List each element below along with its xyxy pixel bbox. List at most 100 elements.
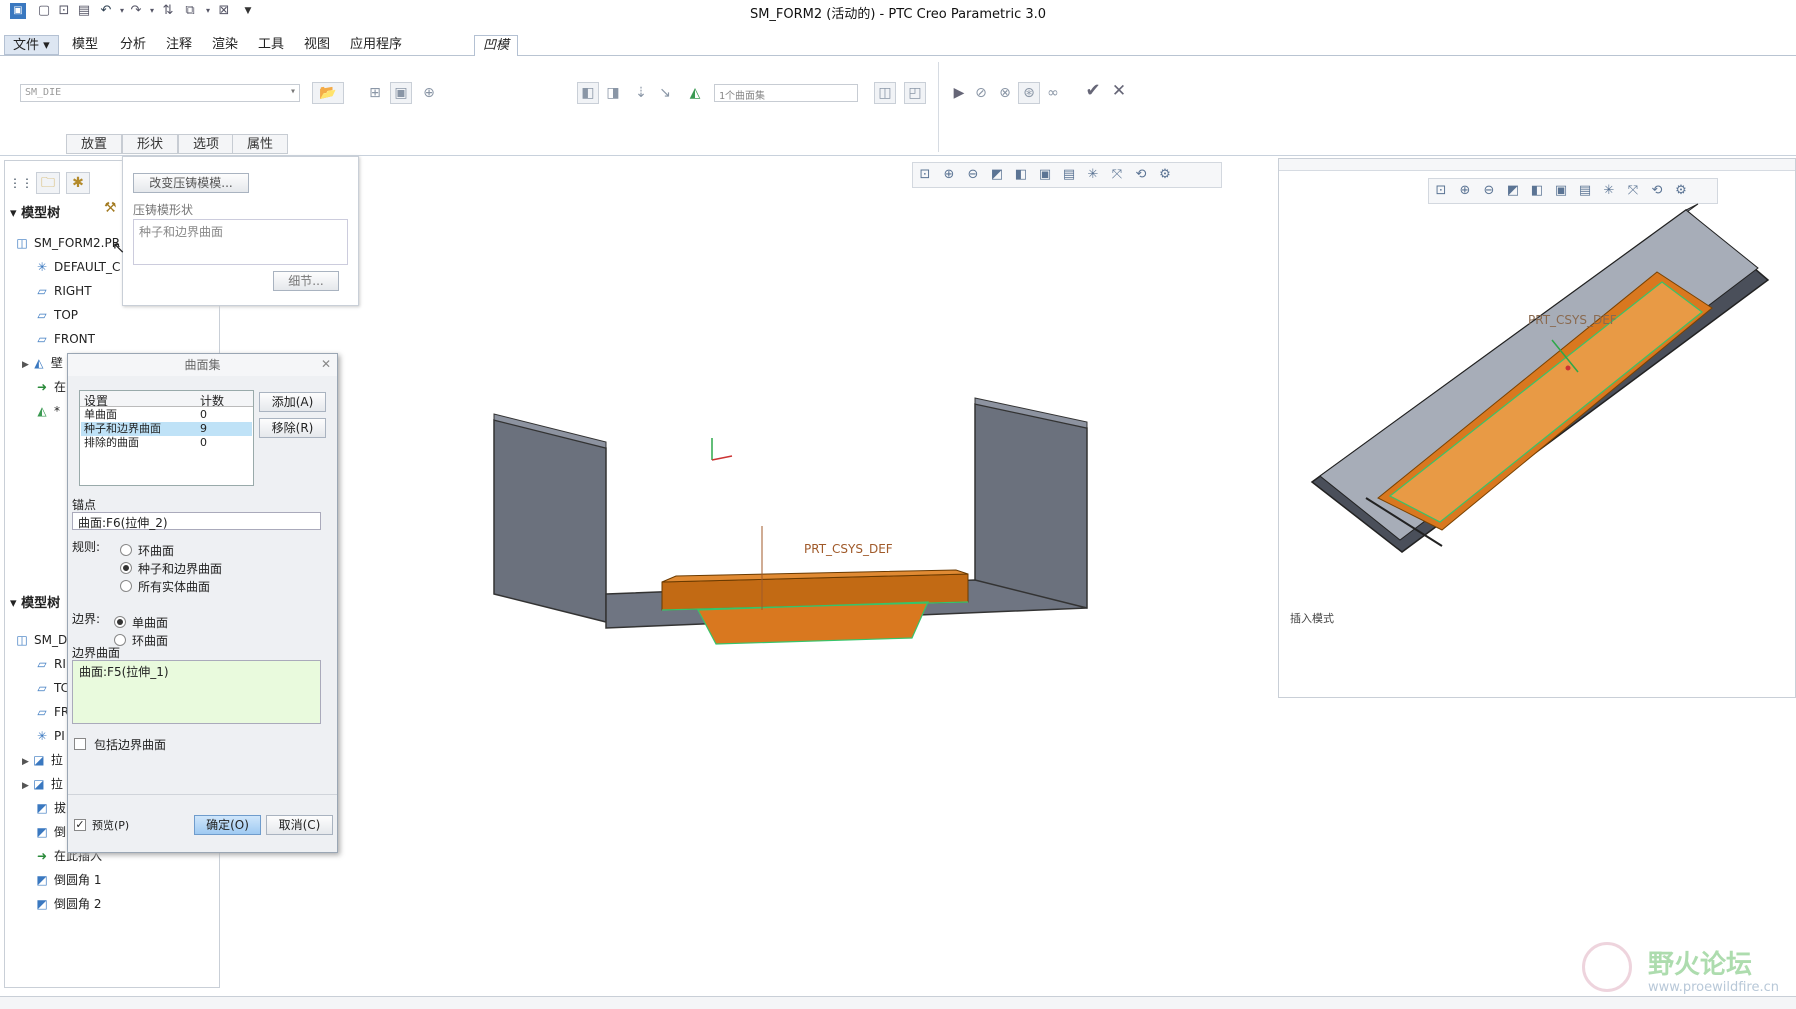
annotations-icon[interactable]: ⚙ [1153,163,1177,187]
flatten-icon[interactable]: ↘ [654,82,676,104]
die-model-combo[interactable]: SM_DIE ▾ [20,84,300,102]
sets-table-row[interactable]: 排除的曲面 0 [81,436,252,450]
tree-settings-icon[interactable]: ⚒ [104,200,117,216]
boundary-surface-field[interactable]: 曲面:F5(拉伸_1) [72,660,321,724]
regenerate-icon[interactable]: ⇅ [160,3,176,19]
cancel-button[interactable]: 取消(C) [266,815,333,835]
tree-item[interactable]: ▱ RI [34,654,66,674]
favorites-tab-icon[interactable]: ✱ [66,172,90,194]
folder-browser-tab-icon[interactable]: 🗀 [36,172,60,194]
close-window-icon[interactable]: ⊠ [216,3,232,19]
rule-radio[interactable] [120,544,132,556]
details-button[interactable]: 细节... [273,271,339,291]
windows-icon[interactable]: ⧉ [182,3,198,19]
display-style-icon[interactable]: ▤ [1057,163,1081,187]
flip-icon[interactable]: ◨ [602,82,624,104]
change-die-model-button[interactable]: 改变压铸模模... [133,173,249,193]
tree-item[interactable]: ▱ RIGHT [34,281,91,301]
tree-item[interactable]: ◫ SM_FORM2.PR [14,233,120,253]
redo-icon[interactable]: ↷ [128,3,144,19]
sets-table-row[interactable]: 单曲面 0 [81,408,252,422]
menu-item[interactable]: 注释 [158,35,200,55]
save-icon[interactable]: ▤ [76,3,92,19]
tree-item[interactable]: ➜ 在 [34,377,66,397]
resume-icon[interactable]: ▶ [948,82,970,104]
subtab[interactable]: 属性 [232,134,288,154]
expand-arrow-icon[interactable]: ▶ [22,781,29,791]
tree-item[interactable]: ▱ TC [34,678,69,698]
verify-preview-icon[interactable]: ⊛ [1018,82,1040,104]
open-file-icon[interactable]: ⊡ [56,3,72,19]
tree-item[interactable]: ◭ * [34,401,60,421]
punch-direction-icon[interactable]: ⇣ [630,82,652,104]
remove-material-icon[interactable]: ◧ [577,82,599,104]
pause-icon[interactable]: ⊘ [970,82,992,104]
cancel-x-icon[interactable]: ✕ [1108,80,1130,102]
tree-item[interactable]: ▶ ◭ 壁 [22,353,63,373]
expand-arrow-icon[interactable]: ▶ [22,360,29,370]
tree-item[interactable]: ◩ 倒圆角 1 [34,870,101,890]
new-file-icon[interactable]: ▢ [36,3,52,19]
tree-item[interactable]: ◩ 倒 [34,822,66,842]
preview-checkbox[interactable]: ✓ [74,819,86,831]
zoom-in-icon[interactable]: ⊕ [937,163,961,187]
expand-arrow-icon[interactable]: ▶ [22,757,29,767]
tree-item[interactable]: ✳ PI [34,726,65,746]
tree-item[interactable]: ◩ 倒圆角 2 [34,894,101,914]
model-tree-tab-icon[interactable]: ⋮⋮ [8,172,33,192]
exclude-icon[interactable]: ◰ [904,82,926,104]
tool-reference-icon[interactable]: ⊞ [364,82,386,104]
app-icon[interactable]: ▣ [10,3,26,19]
open-folder-icon[interactable]: 📂 [312,82,344,104]
tree-item[interactable]: ✳ DEFAULT_C [34,257,120,277]
csys-display-icon[interactable]: ⤧ [1105,163,1129,187]
menu-item[interactable]: 分析 [112,35,154,55]
add-die-icon[interactable]: ⊕ [418,82,440,104]
preview-no-geometry-icon[interactable]: ⊗ [994,82,1016,104]
customize-toolbar-icon[interactable]: ▼ [240,3,256,19]
apply-check-icon[interactable]: ✔ [1082,80,1104,102]
undo-icon[interactable]: ↶ [98,3,114,19]
tree-item[interactable]: ▱ FR [34,702,69,722]
zoom-out-icon[interactable]: ⊖ [961,163,985,187]
menu-item[interactable]: 视图 [296,35,338,55]
tree-item[interactable]: ▱ FRONT [34,329,95,349]
boundary-radio[interactable] [114,616,126,628]
main-3d-view[interactable]: PRT_CSYS_DEF [470,380,1130,660]
surface-set-icon[interactable]: ◭ [684,82,706,104]
subtab[interactable]: 选项 [178,134,234,154]
menu-file[interactable]: 文件 ▾ [4,35,59,55]
zoom-fit-icon[interactable]: ⊡ [913,163,937,187]
tree-item[interactable]: ▱ TOP [34,305,78,325]
rule-radio[interactable] [120,562,132,574]
die-shape-field[interactable]: 种子和边界曲面 [133,219,348,265]
tree-item[interactable]: ▶ ◪ 拉 [22,750,63,770]
add-button[interactable]: 添加(A) [259,392,326,412]
menu-item[interactable]: 工具 [250,35,292,55]
seal-icon[interactable]: ◫ [874,82,896,104]
surface-set-field[interactable]: 1个曲面集 [714,84,858,102]
remove-button[interactable]: 移除(R) [259,418,326,438]
tree-item[interactable]: ▶ ◪ 拉 [22,774,63,794]
include-boundary-checkbox[interactable] [74,738,86,750]
windows-dropdown-icon[interactable]: ▾ [200,3,216,19]
spin-center-icon[interactable]: ⟲ [1129,163,1153,187]
ok-button[interactable]: 确定(O) [194,815,261,835]
menu-item[interactable]: 渲染 [204,35,246,55]
die-model-icon[interactable]: ▣ [390,82,412,104]
anchor-field[interactable]: 曲面:F6(拉伸_2) [72,512,321,530]
secondary-3d-view[interactable]: PRT_CSYS_DEF [1300,200,1790,600]
menu-die-tab[interactable]: 凹模 [474,35,519,57]
repaint-icon[interactable]: ◩ [985,163,1009,187]
view-orient-icon[interactable]: ◧ [1009,163,1033,187]
subtab[interactable]: 放置 [66,134,122,154]
menu-item[interactable]: 应用程序 [342,35,410,55]
menu-item[interactable]: 模型 [64,35,106,55]
sets-table-row[interactable]: 种子和边界曲面 9 [81,422,252,436]
redo-dropdown-icon[interactable]: ▾ [144,3,160,19]
close-icon[interactable]: ✕ [321,357,331,371]
tree-item[interactable]: ◫ SM_D [14,630,67,650]
datum-display-icon[interactable]: ✳ [1081,163,1105,187]
rule-radio[interactable] [120,580,132,592]
subtab[interactable]: 形状 [122,134,178,154]
